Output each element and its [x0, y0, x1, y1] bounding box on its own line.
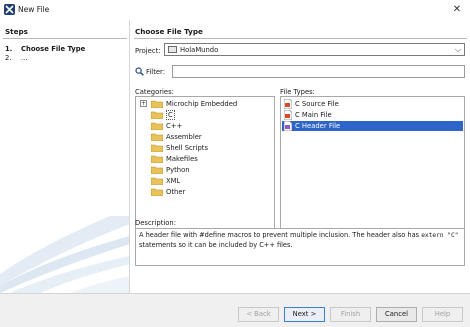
tree-item-cpp[interactable]: C++ — [137, 121, 273, 131]
tree-item-label: Other — [166, 188, 186, 196]
list-item-c-header-file[interactable]: C Header File — [282, 121, 463, 131]
button-bar: < Back Next > Finish Cancel Help — [0, 293, 470, 327]
file-type-label: C Main File — [295, 111, 332, 119]
tree-item-other[interactable]: Other — [137, 187, 273, 197]
file-types-list[interactable]: C Source File C Main File C Header File — [280, 96, 465, 230]
next-button[interactable]: Next > — [284, 307, 325, 322]
tree-item-label: Makefiles — [166, 155, 198, 163]
description-text-part: A header file with #define macros to pre… — [139, 231, 422, 239]
tree-item-label: Assembler — [166, 133, 202, 141]
step-item-1: 1. Choose File Type — [5, 45, 85, 53]
help-button[interactable]: Help — [422, 307, 463, 322]
window-title: New File — [18, 5, 50, 14]
tree-item-microchip-embedded[interactable]: + Microchip Embedded — [137, 99, 273, 109]
folder-icon — [151, 122, 163, 130]
categories-label: Categories: — [135, 88, 174, 96]
project-label: Project: — [135, 47, 161, 55]
categories-tree[interactable]: + Microchip Embedded C C++ Assembler She… — [135, 96, 275, 230]
title-bar: New File ✕ — [0, 0, 470, 20]
tree-item-python[interactable]: Python — [137, 165, 273, 175]
tree-item-label: XML — [166, 177, 181, 185]
tree-item-label: C — [166, 110, 175, 120]
tree-item-c[interactable]: C — [137, 110, 273, 120]
tree-item-label: Python — [166, 166, 190, 174]
folder-icon — [151, 188, 163, 196]
step-label: ... — [21, 54, 28, 62]
netbeans-logo-icon — [4, 4, 15, 15]
tree-item-makefiles[interactable]: Makefiles — [137, 154, 273, 164]
tree-item-assembler[interactable]: Assembler — [137, 132, 273, 142]
search-icon — [135, 67, 144, 76]
back-button[interactable]: < Back — [238, 307, 279, 322]
step-number: 1. — [5, 45, 13, 53]
header-file-icon — [284, 121, 292, 131]
tree-item-label: Shell Scripts — [166, 144, 208, 152]
step-label: Choose File Type — [21, 45, 86, 53]
description-text-part: statements so it can be included by C++ … — [139, 240, 293, 249]
decorative-swoosh — [0, 216, 129, 293]
folder-icon — [151, 133, 163, 141]
finish-button[interactable]: Finish — [330, 307, 371, 322]
tree-item-shell-scripts[interactable]: Shell Scripts — [137, 143, 273, 153]
description-code: extern "C" — [421, 232, 459, 239]
steps-header: Steps — [5, 27, 28, 36]
folder-icon — [151, 177, 163, 185]
folder-icon — [151, 155, 163, 163]
project-value: HolaMundo — [180, 46, 219, 54]
folder-icon — [151, 144, 163, 152]
project-select[interactable]: HolaMundo ⌵ — [164, 43, 465, 56]
folder-icon — [151, 111, 163, 119]
tree-item-xml[interactable]: XML — [137, 176, 273, 186]
c-file-icon — [284, 99, 292, 109]
tree-item-label: C++ — [166, 122, 183, 130]
close-icon[interactable]: ✕ — [450, 3, 464, 16]
chevron-down-icon[interactable]: ⌵ — [455, 45, 461, 55]
folder-icon — [151, 100, 163, 108]
filter-label: Filter: — [146, 68, 166, 76]
file-types-label: File Types: — [280, 88, 315, 96]
list-item-c-main-file[interactable]: C Main File — [282, 110, 463, 120]
divider — [3, 38, 127, 39]
step-number: 2. — [5, 54, 12, 62]
page-title: Choose File Type — [135, 27, 203, 36]
filter-input[interactable] — [172, 65, 465, 78]
description-text: A header file with #define macros to pre… — [135, 228, 465, 266]
list-item-c-source-file[interactable]: C Source File — [282, 99, 463, 109]
tree-item-label: Microchip Embedded — [166, 100, 238, 108]
divider — [134, 38, 467, 39]
file-type-label: C Source File — [295, 100, 339, 108]
file-type-label: C Header File — [295, 122, 341, 130]
cancel-button[interactable]: Cancel — [376, 307, 417, 322]
c-file-icon — [284, 110, 292, 120]
step-item-2: 2.... — [5, 54, 27, 62]
project-icon — [168, 46, 177, 53]
description-label: Description: — [135, 219, 177, 227]
steps-panel: Steps 1. Choose File Type 2.... — [0, 20, 130, 293]
folder-icon — [151, 166, 163, 174]
expand-icon[interactable]: + — [140, 100, 147, 107]
choose-file-type-panel: Choose File Type Project: HolaMundo ⌵ Fi… — [131, 20, 470, 293]
